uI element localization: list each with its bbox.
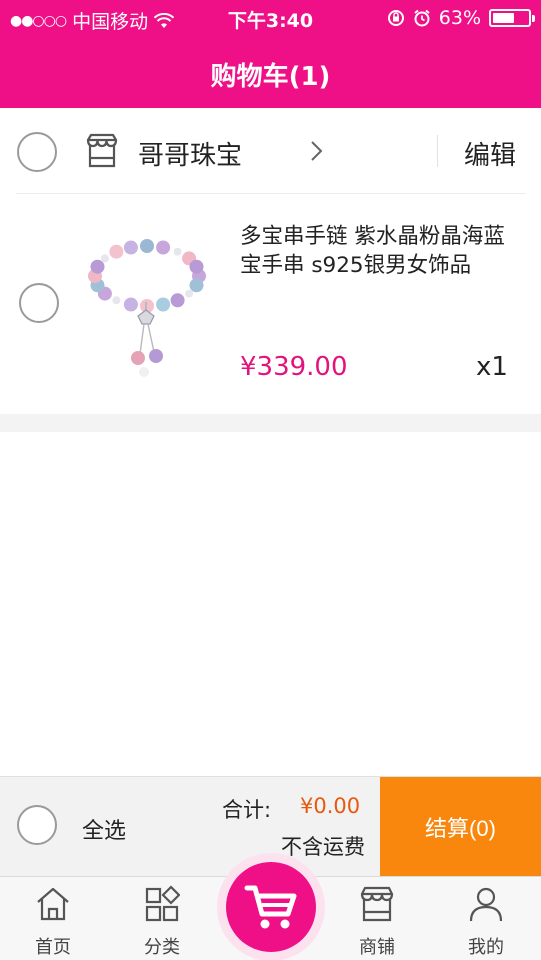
divider <box>437 135 438 167</box>
select-all-radio[interactable] <box>17 805 57 845</box>
bracelet-bead <box>123 240 138 255</box>
chevron-right-icon[interactable] <box>308 139 326 163</box>
user-icon <box>469 887 503 922</box>
cart-icon <box>244 885 297 929</box>
edit-button[interactable]: 编辑 <box>464 135 516 172</box>
page-title: 购物车(1) <box>210 62 331 92</box>
store-name[interactable]: 哥哥珠宝 <box>138 135 242 172</box>
store-row: 哥哥珠宝 编辑 <box>0 108 541 194</box>
tab-cart[interactable] <box>226 862 316 952</box>
item-select-radio[interactable] <box>19 283 59 323</box>
shop-icon <box>360 886 394 922</box>
product-price: ¥339.00 <box>240 352 348 382</box>
tab-shop[interactable]: 商铺 <box>332 877 422 960</box>
shipping-note: 不含运费 <box>281 835 365 859</box>
status-bar: ●●○○○ 中国移动 下午3:40 63% <box>0 0 541 36</box>
rotation-lock-icon <box>387 10 404 26</box>
tab-label: 首页 <box>35 937 71 958</box>
battery-icon <box>489 9 535 27</box>
total-label: 合计: <box>222 798 272 822</box>
store-select-radio[interactable] <box>17 132 57 172</box>
tab-label: 商铺 <box>359 937 395 958</box>
bracelet-bead <box>109 244 124 259</box>
bracelet-bead <box>112 296 121 305</box>
bracelet-bead <box>90 259 105 274</box>
battery-percent: 63% <box>438 7 481 29</box>
header: ●●○○○ 中国移动 下午3:40 63% 购物车(1) <box>0 0 541 108</box>
bracelet-bead <box>189 278 204 293</box>
tab-label: 我的 <box>468 937 504 958</box>
product-image[interactable] <box>82 224 212 384</box>
product-quantity: x1 <box>476 352 508 382</box>
tab-profile[interactable]: 我的 <box>441 877 531 960</box>
battery-level <box>493 13 514 23</box>
total-value: ¥0.00 <box>300 794 361 818</box>
alarm-icon <box>414 9 430 27</box>
status-right: 63% <box>387 7 535 29</box>
bracelet-bead <box>173 247 182 256</box>
cart-item: 多宝串手链 紫水晶粉晶海蓝宝手串 s925银男女饰品 ¥339.00 x1 <box>0 194 541 414</box>
section-spacer <box>0 414 541 432</box>
bracelet-bead <box>156 297 171 312</box>
bracelet-bead <box>185 289 194 298</box>
home-icon <box>37 887 69 921</box>
bracelet-bead <box>123 297 138 312</box>
bracelet-bead <box>156 240 171 255</box>
bracelet-bead <box>100 254 109 263</box>
bracelet-bead <box>189 259 204 274</box>
tab-category[interactable]: 分类 <box>117 877 207 960</box>
checkout-button[interactable]: 结算(0) <box>380 777 541 877</box>
select-all-label[interactable]: 全选 <box>82 813 126 845</box>
bracelet-bead <box>140 239 154 253</box>
store-icon <box>86 133 118 168</box>
tab-home[interactable]: 首页 <box>8 877 98 960</box>
product-title[interactable]: 多宝串手链 紫水晶粉晶海蓝宝手串 s925银男女饰品 <box>240 222 522 280</box>
tab-label: 分类 <box>144 937 180 958</box>
category-icon <box>145 885 180 922</box>
bracelet-bead <box>170 293 185 308</box>
